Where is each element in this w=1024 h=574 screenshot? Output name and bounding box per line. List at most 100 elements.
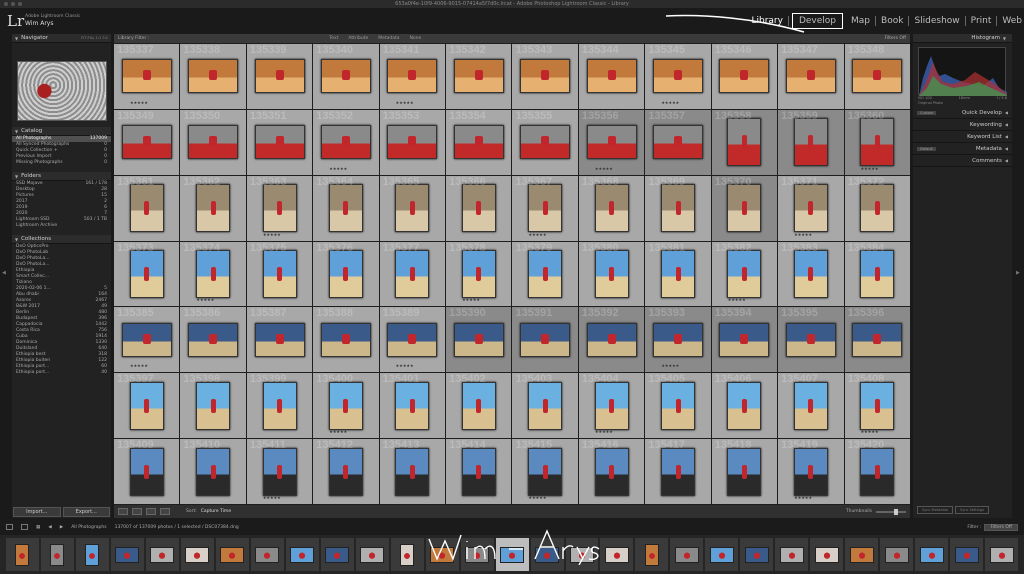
photo-thumbnail[interactable]: [262, 447, 297, 496]
grid-cell[interactable]: 135370: [711, 175, 778, 241]
filmstrip-cell[interactable]: [75, 538, 109, 571]
photo-thumbnail[interactable]: [793, 184, 828, 233]
filmstrip-cell[interactable]: [775, 538, 809, 571]
photo-thumbnail[interactable]: [860, 118, 895, 167]
grid-cell[interactable]: 135352 ★★★★★: [313, 109, 379, 175]
filmstrip-cell[interactable]: [635, 538, 669, 571]
photo-thumbnail[interactable]: [860, 249, 895, 298]
grid-cell[interactable]: 135411 ★★★★★: [246, 439, 313, 504]
grid-cell[interactable]: 135399: [246, 373, 313, 439]
grid-cell[interactable]: 135418: [711, 439, 778, 504]
photo-thumbnail[interactable]: [254, 322, 305, 357]
photo-thumbnail[interactable]: [793, 118, 828, 167]
filmstrip-cell[interactable]: [915, 538, 949, 571]
metadata-panel-header[interactable]: Default Metadata ◀: [913, 143, 1012, 155]
grid-cell[interactable]: 135366: [446, 175, 512, 241]
photo-thumbnail[interactable]: [196, 381, 231, 430]
filmstrip-thumbnail[interactable]: [569, 546, 594, 563]
photo-thumbnail[interactable]: [860, 381, 895, 430]
photo-thumbnail[interactable]: [320, 322, 371, 357]
photo-thumbnail[interactable]: [129, 249, 164, 298]
grid-cell[interactable]: 135340: [313, 44, 379, 109]
grid-cell[interactable]: 135351: [246, 109, 313, 175]
grid-cell[interactable]: 135369: [645, 175, 711, 241]
filmstrip-cell[interactable]: [285, 538, 319, 571]
filmstrip-cell[interactable]: [530, 538, 564, 571]
histogram-graph[interactable]: [918, 47, 1007, 96]
grid-cell[interactable]: 135391: [512, 307, 578, 373]
photo-thumbnail[interactable]: [520, 59, 571, 94]
rating-stars[interactable]: ★★★★★: [528, 232, 546, 237]
filmstrip-cell[interactable]: [810, 538, 844, 571]
filmstrip-cell[interactable]: [390, 538, 424, 571]
photo-thumbnail[interactable]: [395, 184, 430, 233]
comments-panel-header[interactable]: Comments ◀: [913, 155, 1012, 167]
photo-thumbnail[interactable]: [520, 125, 571, 160]
filmstrip-cell[interactable]: [705, 538, 739, 571]
photo-thumbnail[interactable]: [727, 381, 762, 430]
photo-thumbnail[interactable]: [387, 125, 438, 160]
grid-cell[interactable]: 135395: [778, 307, 844, 373]
photo-thumbnail[interactable]: [594, 447, 629, 496]
rating-stars[interactable]: ★★★★★: [263, 495, 281, 500]
photo-thumbnail[interactable]: [320, 125, 371, 160]
grid-cell[interactable]: 135390: [446, 307, 512, 373]
keywording-panel-header[interactable]: Keywording ◀: [913, 119, 1012, 131]
grid-cell[interactable]: 135410: [180, 439, 246, 504]
filmstrip-cell[interactable]: [250, 538, 284, 571]
grid-cell[interactable]: 135394: [711, 307, 778, 373]
filmstrip-cell[interactable]: [845, 538, 879, 571]
navigator-preview[interactable]: [17, 61, 107, 121]
grid-cell[interactable]: 135379: [512, 241, 578, 307]
filmstrip-cell[interactable]: [740, 538, 774, 571]
filmstrip-cell[interactable]: [600, 538, 634, 571]
forward-arrow-icon[interactable]: ▶: [60, 525, 63, 530]
photo-thumbnail[interactable]: [121, 322, 172, 357]
grid-cell[interactable]: 135413: [379, 439, 446, 504]
grid-view-button[interactable]: [118, 508, 128, 515]
import-button[interactable]: Import...: [13, 507, 61, 517]
module-map-tab[interactable]: Map: [846, 16, 877, 26]
filter-option-none[interactable]: None: [410, 36, 422, 41]
photo-thumbnail[interactable]: [594, 249, 629, 298]
filmstrip-cell[interactable]: [880, 538, 914, 571]
right-panel-toggle-icon[interactable]: ▶: [1016, 270, 1020, 276]
photo-thumbnail[interactable]: [254, 125, 305, 160]
grid-cell[interactable]: 135397: [114, 373, 180, 439]
photo-thumbnail[interactable]: [387, 322, 438, 357]
grid-cell[interactable]: 135405: [645, 373, 711, 439]
photo-thumbnail[interactable]: [528, 447, 563, 496]
filmstrip-thumbnail[interactable]: [290, 546, 315, 563]
filmstrip-cell[interactable]: [320, 538, 354, 571]
left-panel-toggle-icon[interactable]: ◀: [2, 270, 6, 276]
filmstrip-thumbnail[interactable]: [400, 543, 415, 566]
photo-thumbnail[interactable]: [719, 59, 770, 94]
photo-thumbnail[interactable]: [528, 184, 563, 233]
grid-cell[interactable]: 135396: [844, 307, 910, 373]
grid-cell[interactable]: 135355: [512, 109, 578, 175]
grid-cell[interactable]: 135416: [578, 439, 645, 504]
grid-cell[interactable]: 135402: [446, 373, 512, 439]
photo-thumbnail[interactable]: [785, 322, 836, 357]
photo-thumbnail[interactable]: [328, 249, 363, 298]
grid-cell[interactable]: 135378 ★★★★★: [446, 241, 512, 307]
photo-thumbnail[interactable]: [262, 381, 297, 430]
grid-cell[interactable]: 135376: [313, 241, 379, 307]
filmstrip-thumbnail[interactable]: [115, 546, 140, 563]
grid-cell[interactable]: 135342: [446, 44, 512, 109]
filmstrip-thumbnail[interactable]: [430, 546, 455, 563]
grid-cell[interactable]: 135384: [844, 241, 910, 307]
photo-thumbnail[interactable]: [328, 381, 363, 430]
photo-thumbnail[interactable]: [860, 184, 895, 233]
keyword-list-panel-header[interactable]: Keyword List ◀: [913, 131, 1012, 143]
filmstrip-thumbnail[interactable]: [644, 543, 659, 566]
photo-thumbnail[interactable]: [453, 59, 504, 94]
filmstrip-cell[interactable]: [425, 538, 459, 571]
photo-thumbnail[interactable]: [586, 59, 637, 94]
rating-stars[interactable]: ★★★★★: [661, 363, 679, 368]
photo-thumbnail[interactable]: [188, 322, 239, 357]
collection-item[interactable]: Ethiopia port... 40: [12, 370, 111, 376]
photo-thumbnail[interactable]: [727, 249, 762, 298]
rating-stars[interactable]: ★★★★★: [396, 100, 414, 105]
rating-stars[interactable]: ★★★★★: [794, 232, 812, 237]
